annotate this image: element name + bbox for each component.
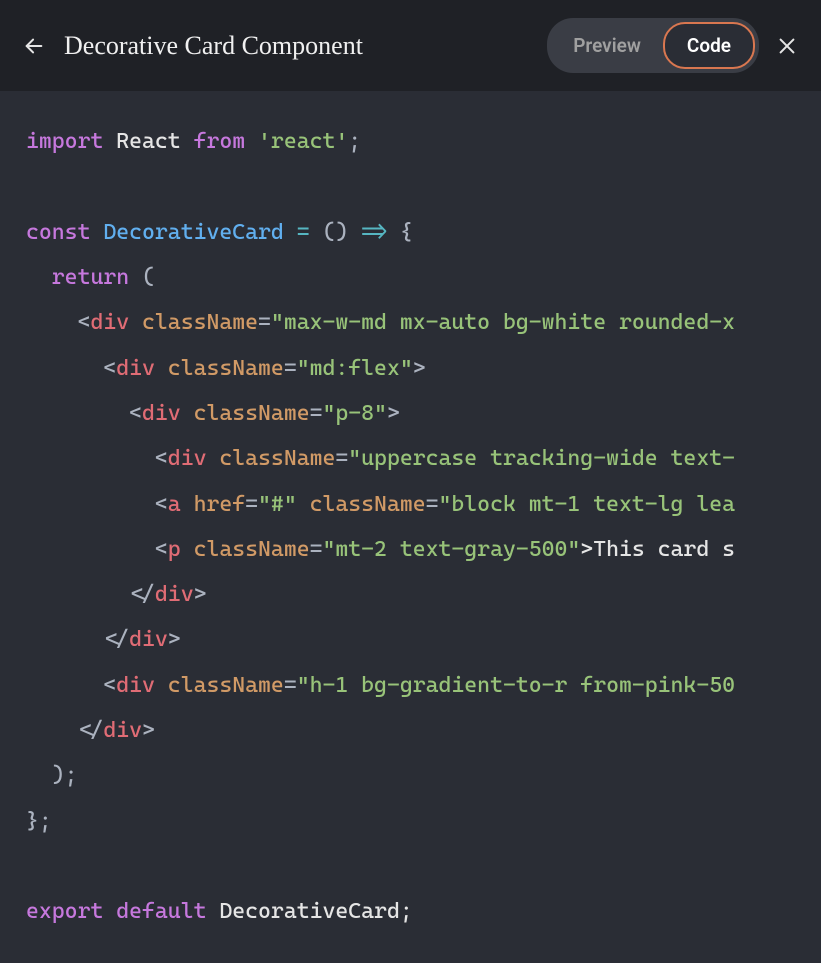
code-token: className: [219, 446, 335, 471]
code-token: "#": [258, 492, 297, 517]
code-token: className: [168, 673, 284, 698]
code-token: =: [310, 537, 323, 562]
code-token: );: [26, 763, 78, 788]
code-token: [155, 673, 168, 698]
code-token: div: [142, 401, 181, 426]
code-token: "block mt-1 text-lg lea: [439, 492, 735, 517]
tab-preview[interactable]: Preview: [551, 24, 663, 67]
code-token: 'react': [258, 129, 348, 154]
code-token: =: [297, 220, 310, 245]
code-token: "uppercase tracking-wide text-: [348, 446, 735, 471]
code-token: <: [26, 401, 142, 426]
code-token: [129, 310, 142, 335]
code-token: (): [310, 220, 362, 245]
code-token: div: [103, 718, 142, 743]
code-token: className: [194, 537, 310, 562]
code-token: =: [245, 492, 258, 517]
code-token: "p-8": [322, 401, 386, 426]
code-token: "h-1 bg-gradient-to-r from-pink-50: [297, 673, 735, 698]
header-bar: Decorative Card Component Preview Code: [0, 0, 821, 91]
close-button[interactable]: [773, 32, 801, 60]
code-token: =: [310, 401, 323, 426]
code-token: div: [90, 310, 129, 335]
code-token: =: [258, 310, 271, 335]
back-button[interactable]: [20, 32, 48, 60]
code-token: [181, 492, 194, 517]
code-token: >: [168, 627, 181, 652]
code-token: [245, 129, 258, 154]
code-token: =>: [361, 220, 387, 245]
code-token: div: [116, 673, 155, 698]
code-token: className: [168, 356, 284, 381]
code-token: </: [26, 718, 103, 743]
code-token: >: [413, 356, 426, 381]
code-token: const: [26, 220, 90, 245]
code-token: <: [26, 673, 116, 698]
view-toggle: Preview Code: [547, 18, 759, 73]
code-token: div: [168, 446, 207, 471]
code-token: return: [52, 265, 129, 290]
code-token: <: [26, 492, 168, 517]
code-token: (: [129, 265, 155, 290]
code-token: export: [26, 899, 103, 924]
code-token: DecorativeCard: [103, 220, 283, 245]
code-token: </: [26, 582, 155, 607]
code-token: "md:flex": [297, 356, 413, 381]
code-token: div: [155, 582, 194, 607]
code-token: ;: [348, 129, 361, 154]
code-token: =: [426, 492, 439, 517]
code-token: <: [26, 356, 116, 381]
code-token: >: [387, 401, 400, 426]
code-token: default: [116, 899, 206, 924]
code-token: import: [26, 129, 103, 154]
code-token: [297, 492, 310, 517]
code-token: DecorativeCard;: [206, 899, 412, 924]
code-token: p: [168, 537, 181, 562]
code-token: <: [26, 537, 168, 562]
code-token: [181, 401, 194, 426]
code-token: [90, 220, 103, 245]
code-token: </: [26, 627, 129, 652]
code-token: [26, 265, 52, 290]
code-token: {: [387, 220, 413, 245]
code-token: React: [103, 129, 193, 154]
code-token: =: [284, 673, 297, 698]
tab-code[interactable]: Code: [663, 22, 755, 69]
code-token: href: [194, 492, 246, 517]
page-title: Decorative Card Component: [64, 31, 547, 61]
code-token: from: [194, 129, 246, 154]
code-token: >: [194, 582, 207, 607]
code-token: div: [116, 356, 155, 381]
code-token: className: [310, 492, 426, 517]
code-token: className: [142, 310, 258, 335]
code-token: =: [284, 356, 297, 381]
code-token: =: [335, 446, 348, 471]
code-token: [155, 356, 168, 381]
code-token: >: [142, 718, 155, 743]
code-token: "mt-2 text-gray-500": [322, 537, 580, 562]
code-token: [206, 446, 219, 471]
code-token: <: [26, 310, 90, 335]
code-token: className: [194, 401, 310, 426]
code-token: <: [26, 446, 168, 471]
arrow-left-icon: [23, 35, 45, 57]
code-editor[interactable]: import React from 'react'; const Decorat…: [0, 91, 821, 963]
code-token: div: [129, 627, 168, 652]
code-token: [103, 899, 116, 924]
code-token: [284, 220, 297, 245]
code-token: [181, 537, 194, 562]
code-token: >This card s: [580, 537, 735, 562]
code-token: };: [26, 809, 52, 834]
close-icon: [776, 35, 798, 57]
code-token: a: [168, 492, 181, 517]
code-token: "max-w-md mx-auto bg-white rounded-x: [271, 310, 735, 335]
